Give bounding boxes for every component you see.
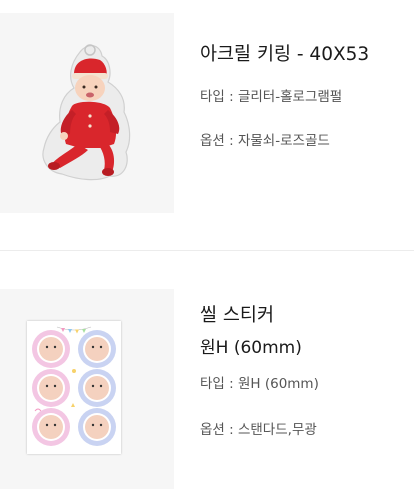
product-title: 아크릴 키링 - 40X53 [200, 44, 370, 65]
keyring-thumbnail[interactable] [0, 13, 174, 213]
option-type: 타입 : 원H (60mm) [200, 376, 319, 392]
option-type: 타입 : 글리터-홀로그램펄 [200, 89, 343, 105]
sticker-thumbnail[interactable] [0, 289, 174, 489]
acrylic-keyring-baby-image [42, 44, 131, 181]
product-title: 씰 스티커 [200, 305, 274, 326]
cart-item-sticker: 씰 스티커 원H (60mm) 타입 : 원H (60mm) 옵션 : 스탠다드… [0, 251, 414, 494]
option-choice: 옵션 : 자물쇠-로즈골드 [200, 133, 330, 149]
seal-sticker-sheet-image [27, 321, 121, 454]
option-choice: 옵션 : 스탠다드,무광 [200, 422, 317, 438]
product-size: 원H (60mm) [200, 338, 302, 358]
item-info: 씰 스티커 원H (60mm) 타입 : 원H (60mm) 옵션 : 스탠다드… [200, 303, 414, 439]
sticker-sheet-art [32, 326, 116, 446]
item-info: 아크릴 키링 - 40X53 타입 : 글리터-홀로그램펄 옵션 : 자물쇠-로… [200, 42, 414, 150]
cart-item-keyring: 아크릴 키링 - 40X53 타입 : 글리터-홀로그램펄 옵션 : 자물쇠-로… [0, 0, 414, 250]
